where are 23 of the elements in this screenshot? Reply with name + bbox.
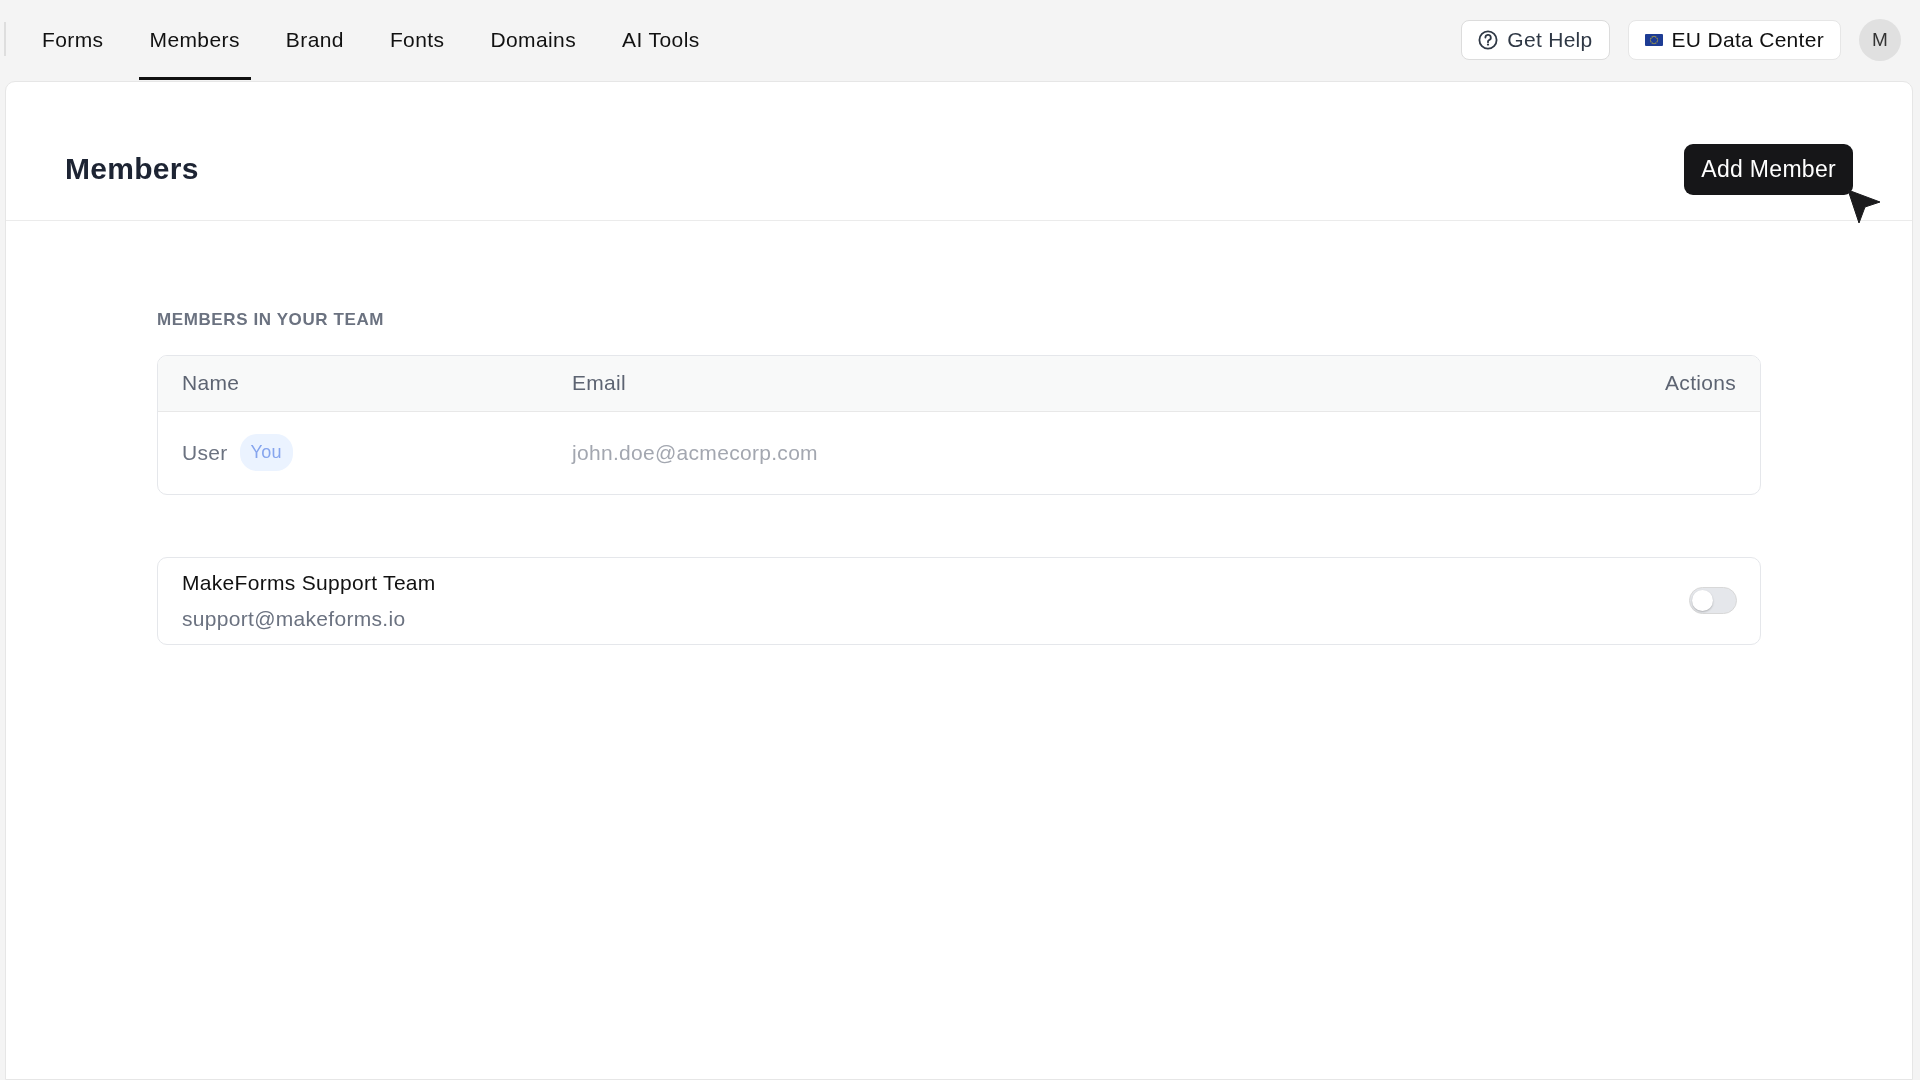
- support-name: MakeForms Support Team: [182, 570, 436, 596]
- current-user-badge: You: [239, 434, 293, 471]
- member-email: john.doe@acmecorp.com: [572, 439, 819, 466]
- flag-icon: [1644, 34, 1663, 46]
- column-header: Actions: [1665, 370, 1736, 397]
- help-button[interactable]: Get Help: [1461, 20, 1610, 60]
- nav-tab[interactable]: Fonts: [378, 0, 456, 80]
- support-email: support@makeforms.io: [182, 605, 407, 632]
- nav-tab[interactable]: Domains: [479, 0, 588, 80]
- cursor-icon: [1847, 188, 1881, 224]
- nav-tab[interactable]: Forms: [31, 0, 115, 80]
- region-button[interactable]: EU Data Center: [1627, 20, 1841, 60]
- avatar[interactable]: M: [1859, 19, 1901, 61]
- member-name: User: [182, 439, 228, 466]
- page-title: Members: [65, 151, 199, 187]
- toggle-switch[interactable]: [1689, 587, 1737, 614]
- section-heading: MEMBERS IN YOUR TEAM: [157, 309, 386, 331]
- add-member-button[interactable]: Add Member: [1684, 143, 1853, 195]
- nav-tab[interactable]: Brand: [274, 0, 355, 80]
- column-header: Email: [572, 370, 627, 397]
- nav-tab[interactable]: AI Tools: [611, 0, 711, 80]
- help-icon: [1478, 30, 1499, 50]
- column-header: Name: [182, 370, 241, 397]
